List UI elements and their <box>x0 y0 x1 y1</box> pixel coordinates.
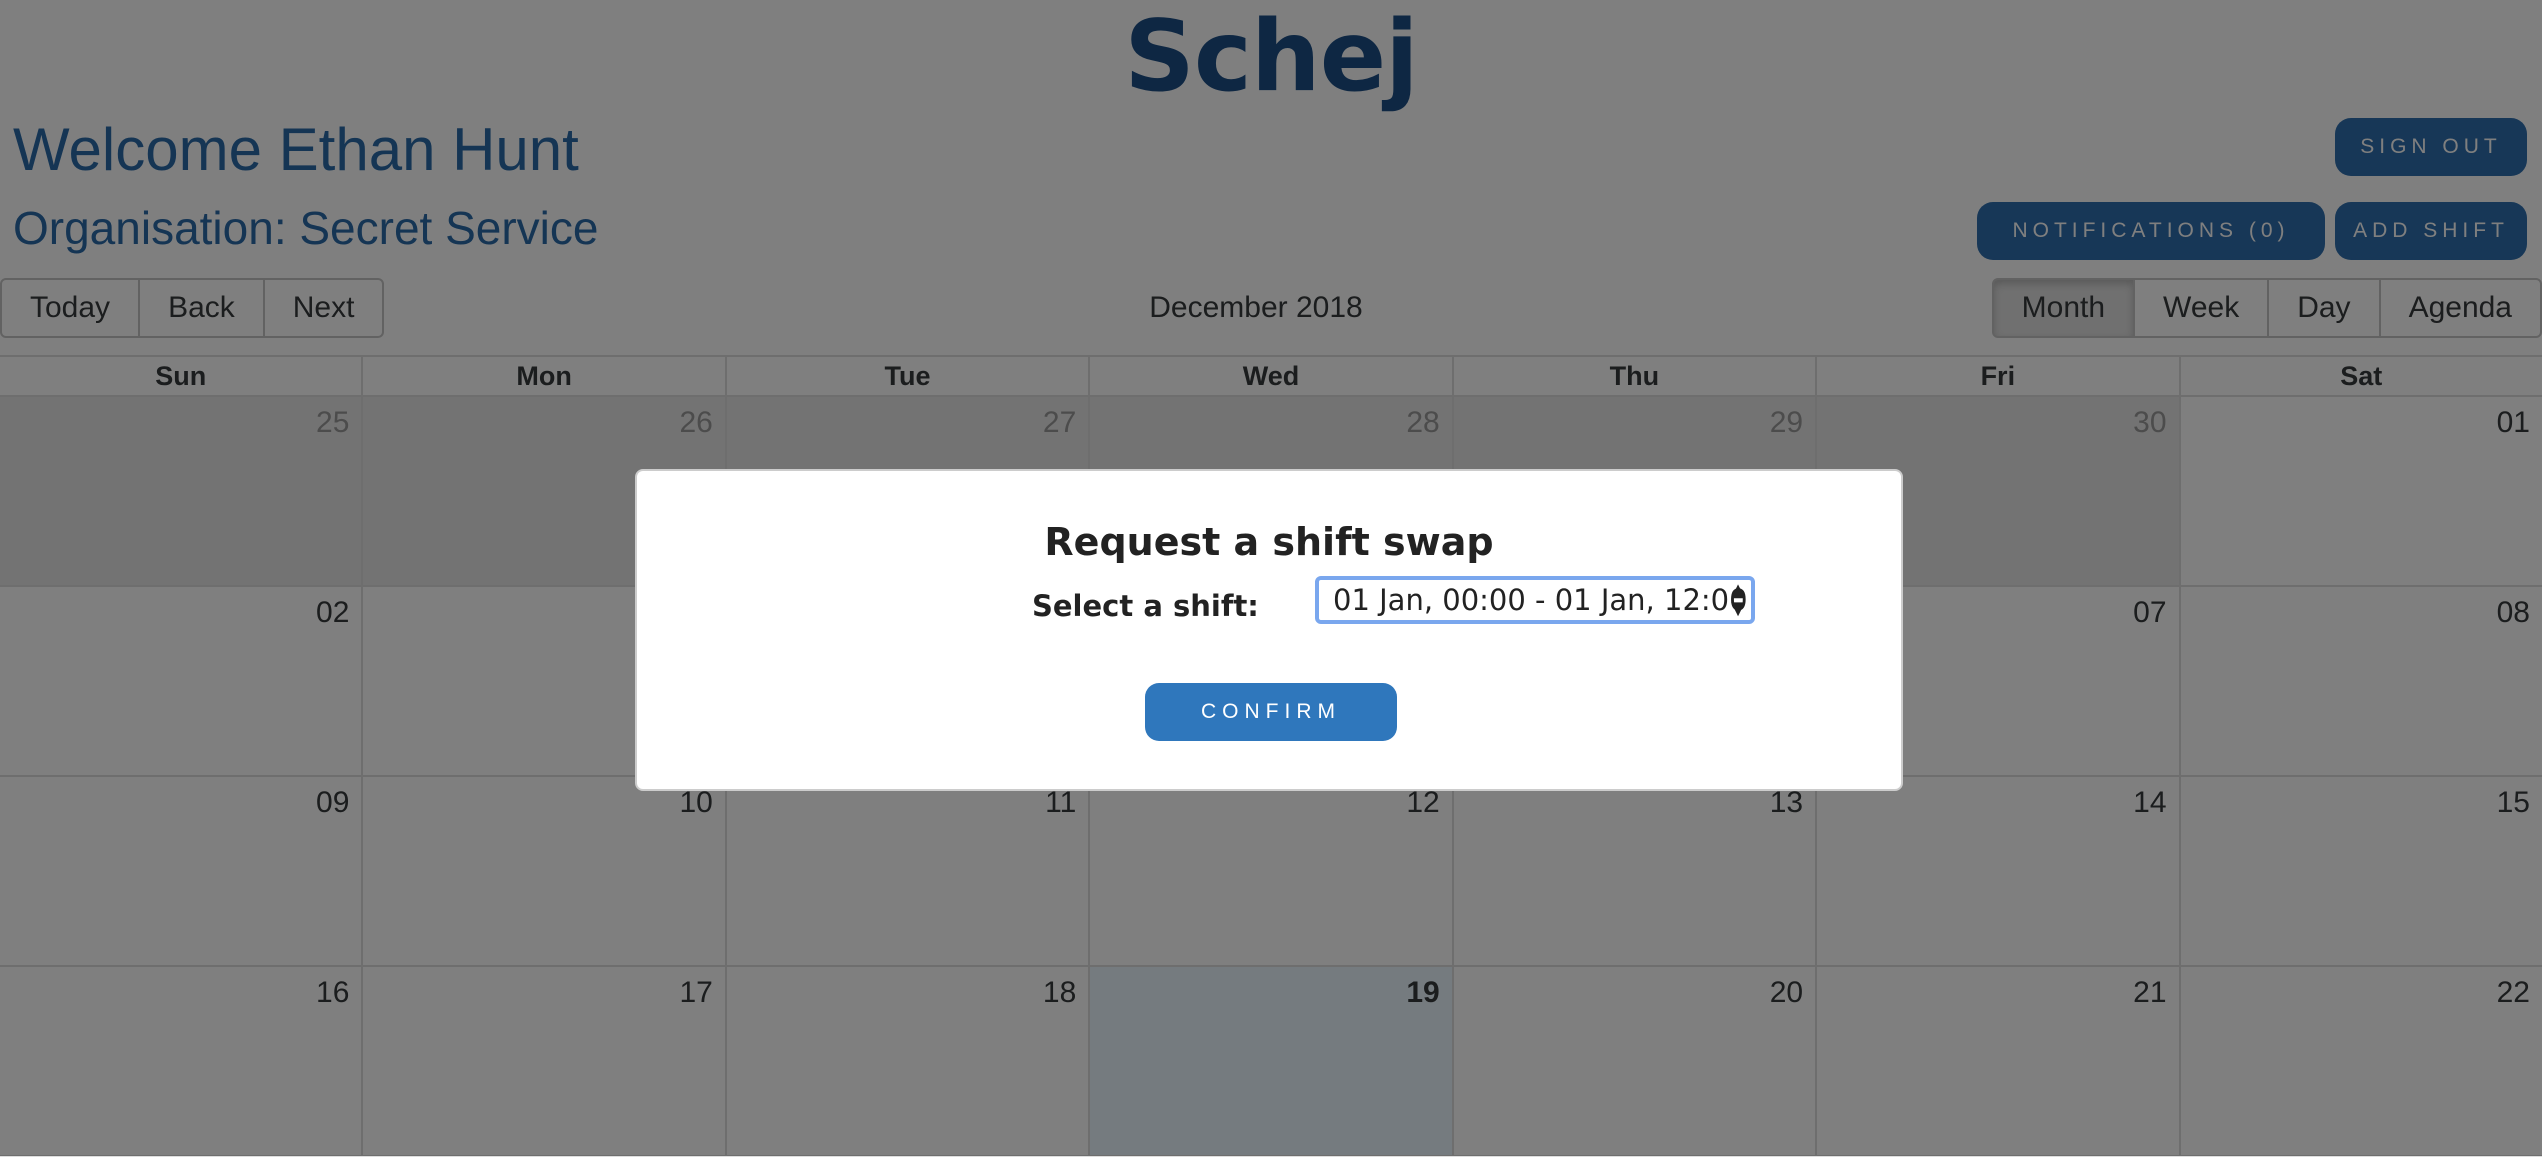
confirm-button[interactable]: CONFIRM <box>1145 683 1397 741</box>
modal-title: Request a shift swap <box>1044 520 1494 564</box>
shift-select-value: 01 Jan, 00:00 - 01 Jan, 12:00 <box>1333 583 1748 617</box>
shift-select[interactable]: 01 Jan, 00:00 - 01 Jan, 12:00 ▲ ▼ <box>1315 576 1755 624</box>
select-arrows-icon: ▲ ▼ <box>1731 580 1745 619</box>
shift-swap-modal: Request a shift swap Select a shift: 01 … <box>635 469 1903 791</box>
select-shift-label: Select a shift: <box>1032 589 1259 623</box>
